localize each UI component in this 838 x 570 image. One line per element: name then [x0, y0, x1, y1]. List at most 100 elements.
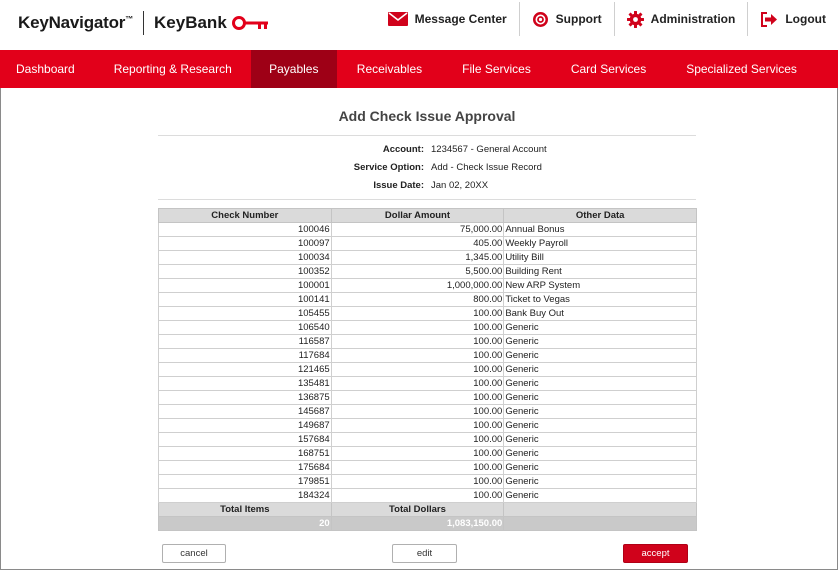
keynavigator-logo[interactable]: KeyNavigator™ KeyBank — [18, 10, 269, 36]
column-header-other-data: Other Data — [503, 208, 697, 223]
check-number-cell: 168751 — [158, 446, 332, 461]
nav-dashboard[interactable]: Dashboard — [0, 50, 91, 88]
nav-reporting-research[interactable]: Reporting & Research — [91, 50, 251, 88]
dollar-amount-cell: 100.00 — [330, 376, 505, 391]
key-icon — [231, 16, 268, 30]
check-number-cell: 175684 — [158, 460, 332, 475]
table-row: 175684 100.00 Generic — [158, 460, 697, 475]
total-items-value: 20 — [158, 516, 332, 531]
totals-empty-cell — [503, 502, 697, 517]
envelope-icon — [387, 12, 408, 26]
table-row: 136875 100.00 Generic — [158, 390, 697, 405]
dollar-amount-cell: 100.00 — [330, 474, 505, 489]
other-data-cell: Weekly Payroll — [503, 236, 697, 251]
dollar-amount-cell: 100.00 — [330, 418, 505, 433]
other-data-cell: Generic — [503, 418, 697, 433]
other-data-cell: Generic — [503, 404, 697, 419]
message-center-label: Message Center — [414, 12, 507, 26]
nav-file-services[interactable]: File Services — [442, 50, 551, 88]
logo-bank-name: KeyBank — [154, 13, 227, 32]
gear-icon — [626, 10, 644, 28]
table-row: 145687 100.00 Generic — [158, 404, 697, 419]
other-data-cell: Generic — [503, 460, 697, 475]
other-data-cell: Generic — [503, 390, 697, 405]
top-header: KeyNavigator™ KeyBank Message Center Sup… — [0, 0, 838, 50]
other-data-cell: Generic — [503, 432, 697, 447]
logo-divider — [143, 11, 145, 35]
check-number-cell: 100141 — [158, 292, 332, 307]
dollar-amount-cell: 100.00 — [330, 362, 505, 377]
check-number-cell: 100097 — [158, 236, 332, 251]
check-number-cell: 121465 — [158, 362, 332, 377]
support-label: Support — [555, 12, 602, 26]
other-data-cell: Generic — [503, 488, 697, 503]
service-option-row: Service Option: Add - Check Issue Record — [158, 162, 696, 176]
dollar-amount-cell: 100.00 — [330, 306, 505, 321]
nav-receivables[interactable]: Receivables — [337, 50, 442, 88]
column-header-check-number: Check Number — [158, 208, 332, 223]
check-number-cell: 100001 — [158, 278, 332, 293]
other-data-cell: Ticket to Vegas — [503, 292, 697, 307]
table-row: 100046 75,000.00 Annual Bonus — [158, 222, 697, 237]
dollar-amount-cell: 100.00 — [330, 320, 505, 335]
table-row: 184324 100.00 Generic — [158, 488, 697, 503]
check-number-cell: 105455 — [158, 306, 332, 321]
edit-button[interactable]: edit — [392, 544, 457, 563]
table-row: 100352 5,500.00 Building Rent — [158, 264, 697, 279]
utility-links: Message Center Support Administration Lo… — [376, 0, 838, 38]
check-number-cell: 100034 — [158, 250, 332, 265]
life-ring-icon — [532, 11, 548, 27]
support-link[interactable]: Support — [518, 2, 614, 36]
table-row: 168751 100.00 Generic — [158, 446, 697, 461]
check-number-cell: 149687 — [158, 418, 332, 433]
other-data-cell: Generic — [503, 474, 697, 489]
check-number-cell: 184324 — [158, 488, 332, 503]
dollar-amount-cell: 100.00 — [330, 460, 505, 475]
other-data-cell: Building Rent — [503, 264, 697, 279]
dollar-amount-cell: 100.00 — [330, 334, 505, 349]
account-value: 1234567 - General Account — [431, 144, 547, 155]
nav-card-services[interactable]: Card Services — [551, 50, 666, 88]
nav-specialized-services[interactable]: Specialized Services — [666, 50, 817, 88]
administration-label: Administration — [650, 12, 736, 26]
accept-button[interactable]: accept — [623, 544, 688, 563]
table-row: 100001 1,000,000.00 New ARP System — [158, 278, 697, 293]
logo-product-name: KeyNavigator™ — [18, 13, 134, 32]
title-divider — [158, 135, 696, 136]
table-header-row: Check Number Dollar Amount Other Data — [158, 208, 697, 223]
issue-date-row: Issue Date: Jan 02, 20XX — [158, 180, 696, 194]
dollar-amount-cell: 100.00 — [330, 390, 505, 405]
dollar-amount-cell: 100.00 — [330, 432, 505, 447]
dollar-amount-cell: 100.00 — [330, 488, 505, 503]
nav-payables[interactable]: Payables — [250, 50, 337, 88]
other-data-cell: New ARP System — [503, 278, 697, 293]
check-number-cell: 106540 — [158, 320, 332, 335]
table-row: 135481 100.00 Generic — [158, 376, 697, 391]
check-number-cell: 157684 — [158, 432, 332, 447]
dollar-amount-cell: 405.00 — [330, 236, 505, 251]
message-center-link[interactable]: Message Center — [376, 2, 519, 36]
total-dollars-label: Total Dollars — [330, 502, 505, 517]
cancel-button[interactable]: cancel — [162, 544, 226, 563]
details-divider — [158, 199, 696, 200]
table-row: 179851 100.00 Generic — [158, 474, 697, 489]
logout-link[interactable]: Logout — [747, 2, 838, 36]
table-row: 149687 100.00 Generic — [158, 418, 697, 433]
other-data-cell: Generic — [503, 320, 697, 335]
check-number-cell: 179851 — [158, 474, 332, 489]
logout-icon — [761, 11, 778, 27]
account-row: Account: 1234567 - General Account — [158, 144, 696, 158]
administration-link[interactable]: Administration — [613, 2, 748, 36]
other-data-cell: Annual Bonus — [503, 222, 697, 237]
other-data-cell: Bank Buy Out — [503, 306, 697, 321]
totals-empty-cell — [503, 516, 697, 531]
check-number-cell: 117684 — [158, 348, 332, 363]
check-number-cell: 100352 — [158, 264, 332, 279]
check-number-cell: 136875 — [158, 390, 332, 405]
dollar-amount-cell: 1,000,000.00 — [330, 278, 505, 293]
account-label: Account: — [382, 144, 424, 155]
issue-date-label: Issue Date: — [373, 180, 424, 191]
dollar-amount-cell: 800.00 — [330, 292, 505, 307]
total-dollars-value: 1,083,150.00 — [330, 516, 505, 531]
check-number-cell: 116587 — [158, 334, 332, 349]
